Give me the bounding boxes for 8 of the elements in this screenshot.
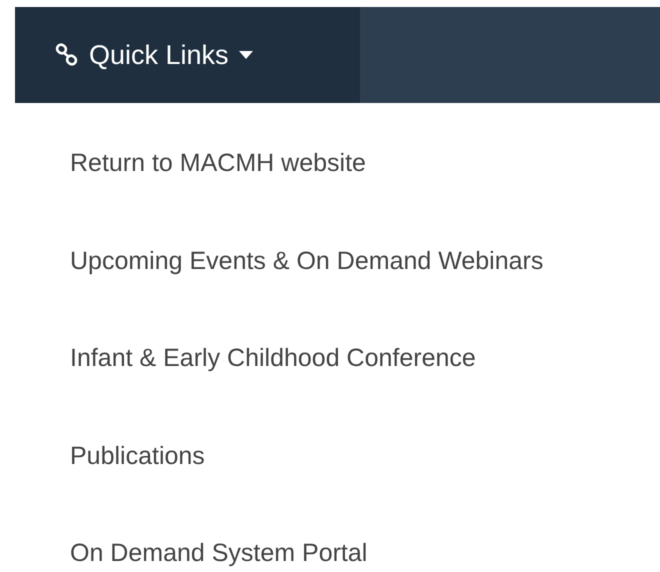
menu-link[interactable]: On Demand System Portal (15, 535, 368, 572)
link-icon (55, 43, 79, 67)
quick-links-dropdown[interactable]: Quick Links (15, 7, 360, 103)
menu-link[interactable]: Upcoming Events & On Demand Webinars (15, 242, 544, 280)
caret-icon (238, 51, 253, 59)
menu-link[interactable]: Return to MACMH website (15, 145, 366, 182)
menu-link[interactable]: Publications (15, 438, 205, 475)
menu-link[interactable]: Infant & Early Childhood Conference (15, 340, 476, 378)
